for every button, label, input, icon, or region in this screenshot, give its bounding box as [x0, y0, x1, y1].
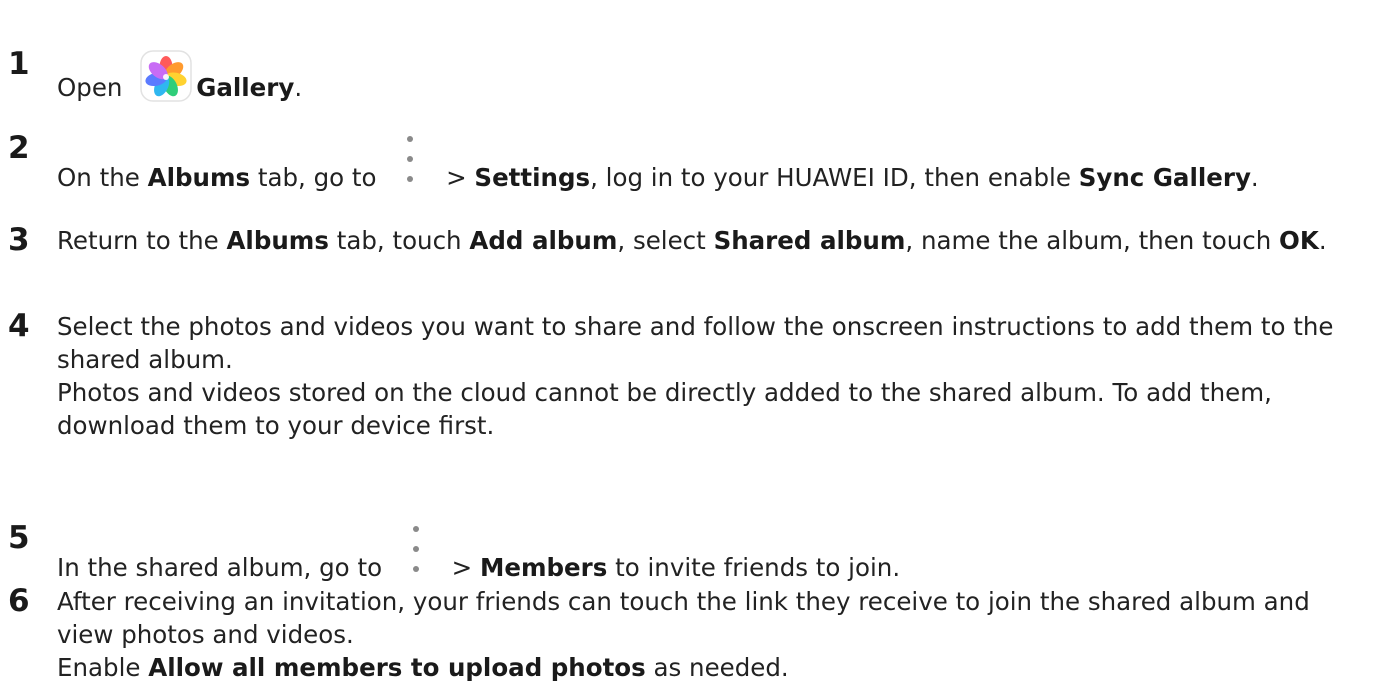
sync-gallery-label: Sync Gallery [1078, 163, 1251, 192]
step-text: In the shared album, go to > Members to … [57, 522, 1350, 584]
gallery-app-icon [140, 50, 192, 102]
step-text-part: tab, go to [250, 163, 385, 192]
more-vertical-icon [396, 132, 424, 192]
step-text: Return to the Albums tab, touch Add albu… [57, 224, 1350, 257]
allow-upload-label: Allow all members to upload photos [148, 653, 646, 682]
step-number: 2 [8, 130, 30, 166]
step-paragraph: Select the photos and videos you want to… [57, 312, 1334, 374]
step-text-part: , log in to your HUAWEI ID, then enable [590, 163, 1079, 192]
step-text-part: , select [617, 226, 714, 255]
step-text-part: On the [57, 163, 148, 192]
step-text: Select the photos and videos you want to… [57, 310, 1350, 442]
members-label: Members [479, 553, 608, 582]
add-album-label: Add album [469, 226, 618, 255]
albums-label: Albums [147, 163, 251, 192]
more-vertical-icon [402, 522, 430, 582]
step-text-part: as needed. [645, 653, 789, 682]
step-number: 3 [8, 222, 30, 258]
step-text: On the Albums tab, go to > Settings, log… [57, 132, 1350, 194]
instructions-page: 1 Open Gallery. 2 On the Albums tab, go … [0, 0, 1380, 698]
shared-album-label: Shared album [713, 226, 906, 255]
step-text-part: tab, touch [328, 226, 470, 255]
step-number: 4 [8, 308, 30, 344]
step-text-part: In the shared album, go to [57, 553, 390, 582]
step-number: 5 [8, 520, 30, 556]
step-note: Photos and videos stored on the cloud ca… [57, 378, 1272, 440]
step-text: After receiving an invitation, your frie… [57, 585, 1350, 684]
step-text-part: . [1318, 226, 1327, 255]
step-text-part: > [443, 553, 480, 582]
step-text: Open Gallery. [57, 50, 1350, 104]
step-number: 6 [8, 583, 30, 619]
step-text-part: , name the album, then touch [905, 226, 1280, 255]
step-note: Enable Allow all members to upload photo… [57, 651, 1350, 684]
settings-label: Settings [474, 163, 591, 192]
step-text-part: Return to the [57, 226, 227, 255]
step-text-part: > [438, 163, 475, 192]
ok-label: OK [1279, 226, 1319, 255]
gallery-label: Gallery [196, 73, 295, 102]
albums-label: Albums [226, 226, 329, 255]
step-text-part: Open [57, 73, 131, 102]
step-text-part: . [294, 73, 303, 102]
step-paragraph: After receiving an invitation, your frie… [57, 587, 1310, 649]
step-text-part: to invite friends to join. [607, 553, 901, 582]
step-number: 1 [8, 46, 30, 82]
step-text-part: . [1250, 163, 1259, 192]
step-text-part: Enable [57, 653, 149, 682]
